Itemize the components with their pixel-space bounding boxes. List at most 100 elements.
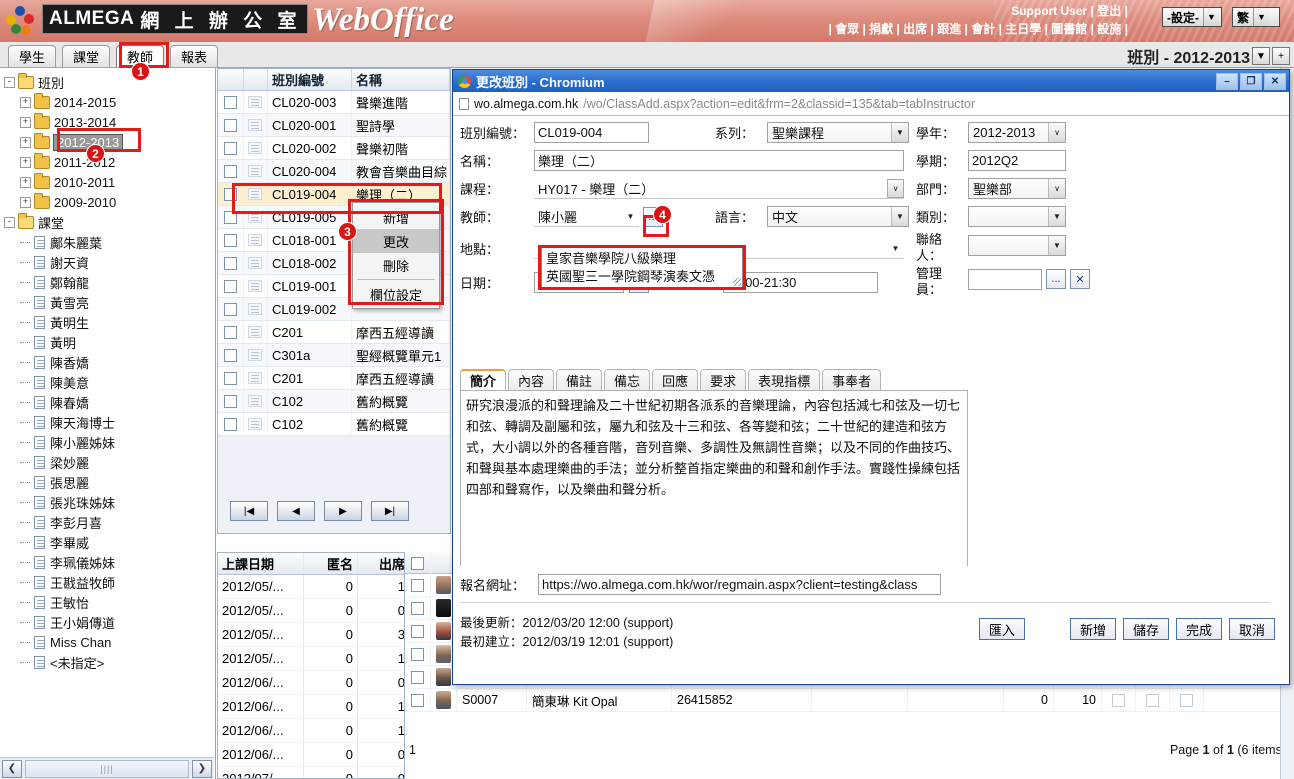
minimize-icon[interactable]: – bbox=[1216, 72, 1238, 90]
row-checkbox[interactable] bbox=[224, 164, 237, 178]
row-checkbox[interactable] bbox=[224, 141, 237, 155]
table-row[interactable]: S0007 簡東琳 Kit Opal 26415852 0 10 bbox=[405, 688, 1294, 712]
language-select[interactable]: 繁 ▼ bbox=[1232, 7, 1280, 27]
tree-expander-icon[interactable]: + bbox=[20, 196, 31, 208]
row-checkbox[interactable] bbox=[411, 647, 424, 661]
header-nav-links[interactable]: | 會眾 | 捐獻 | 出席 | 跟進 | 會計 | 主日學 | 圖書館 | 設… bbox=[828, 20, 1128, 37]
drag-handle-icon[interactable] bbox=[248, 326, 262, 338]
row-checkbox[interactable] bbox=[411, 670, 424, 684]
drag-handle-icon[interactable] bbox=[248, 165, 262, 177]
tab-report[interactable]: 報表 bbox=[170, 45, 219, 67]
next-page-button[interactable]: ▶ bbox=[324, 501, 362, 521]
setting-select[interactable]: -設定- ▼ bbox=[1162, 7, 1222, 27]
row-checkbox[interactable] bbox=[1146, 693, 1159, 707]
context-menu-item-edit[interactable]: 更改 bbox=[353, 229, 439, 253]
dialog-url-bar[interactable]: wo.almega.com.hk/wo/ClassAdd.aspx?action… bbox=[453, 92, 1289, 116]
column-attendance[interactable]: 出席 bbox=[358, 553, 410, 574]
row-checkbox[interactable] bbox=[1112, 693, 1125, 707]
drag-handle-icon[interactable] bbox=[248, 142, 262, 154]
select-department[interactable]: 聖樂部 ∨ bbox=[968, 178, 1066, 199]
tree-item-1-3[interactable]: 黃雪亮 bbox=[0, 292, 214, 312]
table-row[interactable]: CL020-003 聲樂進階 bbox=[218, 91, 450, 114]
drag-handle-icon[interactable] bbox=[248, 119, 262, 131]
row-checkbox[interactable] bbox=[224, 394, 237, 408]
row-checkbox[interactable] bbox=[224, 348, 237, 362]
tree-item-1-19[interactable]: 王小娟傳道 bbox=[0, 612, 214, 632]
tree-item-1-4[interactable]: 黃明生 bbox=[0, 312, 214, 332]
select-course[interactable]: HY017 - 樂理（二） ∨ bbox=[534, 178, 904, 199]
select-teacher[interactable]: 陳小麗 ▼ bbox=[534, 206, 639, 227]
drag-handle-icon[interactable] bbox=[248, 372, 262, 384]
add-class-button[interactable]: + bbox=[1272, 47, 1290, 65]
dialog-tab-7[interactable]: 事奉者 bbox=[822, 369, 882, 390]
tree-item-1-13[interactable]: 張兆珠姊妹 bbox=[0, 492, 214, 512]
tree-item-1-8[interactable]: 陳春嬌 bbox=[0, 392, 214, 412]
drag-handle-icon[interactable] bbox=[248, 349, 262, 361]
table-row[interactable]: C102 舊約概覽 bbox=[218, 390, 450, 413]
scroll-right-icon[interactable]: ❯ bbox=[192, 759, 212, 778]
tree-item-1-11[interactable]: 梁妙麗 bbox=[0, 452, 214, 472]
close-icon[interactable]: ✕ bbox=[1264, 72, 1286, 90]
table-row[interactable]: C201 摩西五經導讀 bbox=[218, 367, 450, 390]
drag-handle-icon[interactable] bbox=[248, 96, 262, 108]
row-checkbox[interactable] bbox=[224, 256, 237, 270]
logout-link[interactable]: 登出 bbox=[1097, 4, 1121, 18]
drag-handle-icon[interactable] bbox=[248, 418, 262, 430]
row-checkbox[interactable] bbox=[224, 233, 237, 247]
tree-item-1-14[interactable]: 李彭月喜 bbox=[0, 512, 214, 532]
import-button[interactable]: 匯入 bbox=[978, 618, 1025, 640]
column-anonymous[interactable]: 匿名 bbox=[304, 553, 358, 574]
scroll-track[interactable]: |||| bbox=[25, 759, 189, 778]
tree-item-0-3[interactable]: +2011-2012 bbox=[0, 152, 214, 172]
table-row[interactable]: CL020-004 教會音樂曲目綜 bbox=[218, 160, 450, 183]
resize-grip-icon[interactable] bbox=[733, 278, 741, 286]
row-checkbox[interactable] bbox=[224, 325, 237, 339]
dialog-tab-1[interactable]: 內容 bbox=[508, 369, 555, 390]
tree-item-0-5[interactable]: +2009-2010 bbox=[0, 192, 214, 212]
column-class-no[interactable]: 班別編號 bbox=[268, 69, 352, 90]
tree-item-1-10[interactable]: 陳小麗姊妹 bbox=[0, 432, 214, 452]
row-checkbox[interactable] bbox=[224, 118, 237, 132]
tree-group-1[interactable]: - 課堂 bbox=[0, 212, 214, 232]
context-menu-item-add[interactable]: 新增 bbox=[353, 205, 439, 229]
tree-item-1-20[interactable]: Miss Chan bbox=[0, 632, 214, 652]
year-dropdown-icon[interactable]: ▼ bbox=[1252, 47, 1270, 65]
dialog-tab-4[interactable]: 回應 bbox=[652, 369, 699, 390]
select-contact[interactable]: ▼ bbox=[968, 235, 1066, 256]
row-checkbox[interactable] bbox=[411, 624, 424, 638]
drag-handle-icon[interactable] bbox=[248, 395, 262, 407]
row-checkbox[interactable] bbox=[224, 210, 237, 224]
admin-browse-button[interactable]: ... bbox=[1046, 269, 1066, 289]
tree-expander-icon[interactable]: + bbox=[20, 136, 31, 148]
tree-horizontal-scrollbar[interactable]: ❮ |||| ❯ bbox=[0, 757, 214, 779]
dialog-tab-0[interactable]: 簡介 bbox=[460, 369, 507, 390]
table-row[interactable]: C102 舊約概覽 bbox=[218, 413, 450, 436]
tree-group-0[interactable]: - 班別 bbox=[0, 72, 214, 92]
tree-item-1-17[interactable]: 王戡益牧師 bbox=[0, 572, 214, 592]
dialog-title-bar[interactable]: 更改班別 - Chromium – ❐ ✕ bbox=[453, 70, 1289, 92]
table-row[interactable]: CL020-002 聲樂初階 bbox=[218, 137, 450, 160]
input-name[interactable]: 樂理（二） bbox=[534, 150, 904, 171]
save-button[interactable]: 儲存 bbox=[1122, 618, 1169, 640]
row-checkbox[interactable] bbox=[411, 578, 424, 592]
tree-item-1-18[interactable]: 王敏怡 bbox=[0, 592, 214, 612]
dialog-tab-5[interactable]: 要求 bbox=[700, 369, 747, 390]
row-checkbox[interactable] bbox=[224, 95, 237, 109]
tree-item-1-12[interactable]: 張思麗 bbox=[0, 472, 214, 492]
scroll-left-icon[interactable]: ❮ bbox=[2, 759, 22, 778]
select-language[interactable]: 中文 ▼ bbox=[767, 206, 909, 227]
select-category[interactable]: ▼ bbox=[968, 206, 1066, 227]
input-term[interactable]: 2012Q2 bbox=[968, 150, 1066, 171]
input-admin[interactable] bbox=[968, 269, 1042, 290]
table-row[interactable]: C201 摩西五經導讀 bbox=[218, 321, 450, 344]
row-checkbox[interactable] bbox=[1180, 693, 1193, 707]
tab-student[interactable]: 學生 bbox=[8, 45, 57, 67]
tree-expander-icon[interactable]: - bbox=[4, 76, 15, 88]
column-name[interactable]: 名稱 bbox=[352, 69, 450, 90]
prev-page-button[interactable]: ◀ bbox=[277, 501, 315, 521]
tab-class[interactable]: 課堂 bbox=[62, 45, 111, 67]
dialog-tab-2[interactable]: 備註 bbox=[556, 369, 603, 390]
tree-item-1-15[interactable]: 李畢威 bbox=[0, 532, 214, 552]
input-time[interactable]: 20:00-21:30 bbox=[723, 272, 878, 293]
done-button[interactable]: 完成 bbox=[1175, 618, 1222, 640]
